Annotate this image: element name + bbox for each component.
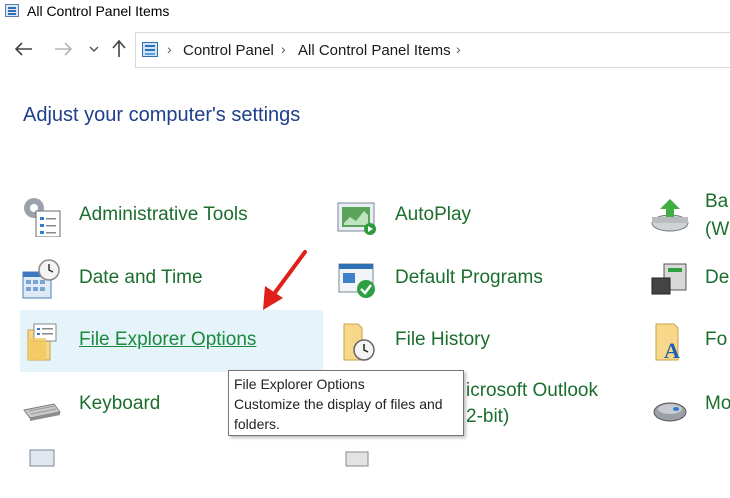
autoplay-icon (336, 195, 378, 237)
arrow-up-icon (112, 40, 126, 57)
default-programs-icon (336, 258, 378, 300)
page-heading: Adjust your computer's settings (23, 104, 301, 126)
list-item[interactable] (336, 436, 636, 498)
item-devices[interactable]: De (650, 248, 730, 310)
item-label[interactable]: icrosoft Outlook (466, 380, 598, 402)
navigation-bar: › Control Panel › All Control Panel Item… (0, 28, 730, 72)
network-icon (20, 446, 62, 488)
devices-icon (650, 258, 692, 300)
window-title: All Control Panel Items (27, 3, 170, 19)
arrow-right-icon (55, 42, 72, 56)
item-label[interactable]: Fo (705, 329, 727, 351)
address-bar[interactable]: › Control Panel › All Control Panel Item… (135, 32, 730, 68)
item-default-programs[interactable]: Default Programs (336, 248, 636, 310)
item-mouse[interactable]: Mo (650, 374, 730, 436)
tooltip-description-line1: Customize the display of files and (234, 396, 443, 412)
item-file-explorer-options[interactable]: File Explorer Options (20, 310, 323, 372)
item-backup-and-restore[interactable]: Ba (W (650, 185, 730, 247)
item-label[interactable]: Mo (705, 393, 730, 415)
item-label[interactable]: AutoPlay (395, 204, 471, 226)
up-button[interactable] (108, 38, 130, 60)
mouse-icon (650, 384, 692, 426)
fonts-icon: A (650, 320, 692, 363)
item-label[interactable]: Keyboard (79, 393, 160, 415)
recent-locations-button[interactable] (83, 38, 105, 60)
item-label-line2[interactable]: 2-bit) (466, 406, 509, 428)
breadcrumb-all-items[interactable]: All Control Panel Items (298, 42, 451, 59)
control-panel-icon (5, 4, 19, 17)
item-label-line2[interactable]: (W (705, 219, 729, 241)
backup-icon (650, 195, 692, 237)
tooltip-description-line2: folders. (234, 416, 280, 432)
item-label[interactable]: File History (395, 329, 490, 351)
svg-text:A: A (664, 338, 680, 362)
item-label[interactable]: Ba (705, 191, 728, 213)
title-bar: All Control Panel Items (0, 0, 730, 24)
tooltip-title: File Explorer Options (234, 376, 365, 392)
item-label[interactable]: File Explorer Options (79, 329, 256, 351)
item-file-history[interactable]: File History (336, 310, 636, 372)
chevron-down-icon (89, 46, 99, 53)
item-autoplay[interactable]: AutoPlay (336, 185, 636, 247)
item-label[interactable]: Default Programs (395, 267, 543, 289)
administrative-tools-icon (20, 195, 62, 238)
control-panel-icon (142, 42, 158, 57)
keyboard-icon (20, 384, 62, 426)
chevron-right-icon[interactable]: › (456, 41, 461, 57)
chevron-right-icon[interactable]: › (281, 41, 286, 57)
item-label[interactable]: De (705, 267, 729, 289)
arrow-left-icon (15, 42, 32, 56)
date-time-icon (20, 258, 62, 300)
tooltip: File Explorer Options Customize the disp… (228, 370, 464, 436)
list-item[interactable] (20, 436, 323, 498)
item-label[interactable]: Date and Time (79, 267, 203, 289)
breadcrumb-control-panel[interactable]: Control Panel (183, 42, 274, 59)
generic-icon (336, 446, 378, 488)
item-label[interactable]: Administrative Tools (79, 204, 248, 226)
annotation-arrow-icon (263, 250, 307, 310)
chevron-right-icon[interactable]: › (167, 41, 172, 57)
back-button[interactable] (13, 38, 35, 60)
folder-options-icon (20, 320, 62, 362)
item-fonts[interactable]: A Fo (650, 310, 730, 372)
item-administrative-tools[interactable]: Administrative Tools (20, 185, 323, 247)
forward-button[interactable] (52, 38, 74, 60)
file-history-icon (336, 320, 378, 362)
